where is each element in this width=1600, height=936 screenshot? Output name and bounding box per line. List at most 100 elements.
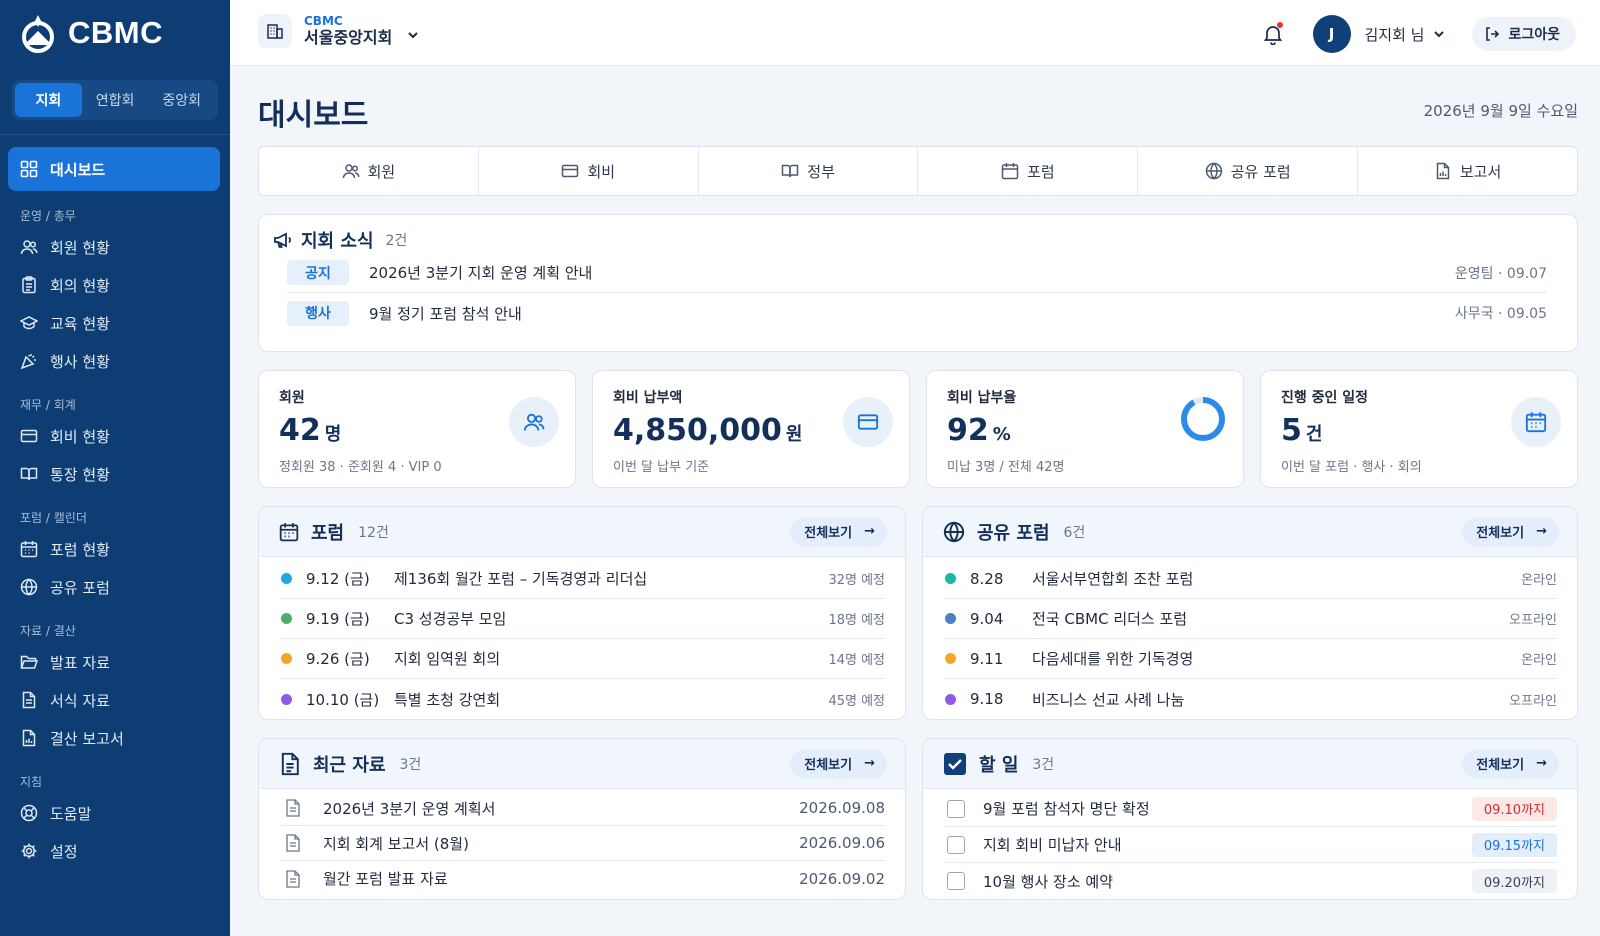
scope-tab-branch[interactable]: 지회: [15, 83, 82, 117]
doc-title[interactable]: 지회 회계 보고서 (8월): [323, 833, 799, 854]
sidebar-item-dues[interactable]: 회비 현황: [0, 417, 230, 455]
item-title[interactable]: 지회 임역원 회의: [394, 648, 828, 669]
todo-title[interactable]: 9월 포럼 참석자 명단 확정: [983, 798, 1472, 819]
logo[interactable]: CBMC: [0, 0, 230, 66]
view-all-button[interactable]: 전체보기 →: [1462, 748, 1559, 779]
sidebar-item-education[interactable]: 교육 현황: [0, 304, 230, 342]
book-open-icon: [782, 164, 799, 178]
list-item[interactable]: 월간 포럼 발표 자료 2026.09.02: [281, 861, 885, 896]
file-icon: [286, 869, 300, 888]
report-icon: [22, 729, 36, 747]
list-item[interactable]: 9.26 (금) 지회 임역원 회의 14명 예정: [281, 639, 885, 679]
user-menu[interactable]: J 김지회 님: [1312, 15, 1447, 53]
todo-title[interactable]: 지회 회비 미납자 안내: [983, 834, 1472, 855]
todo-item[interactable]: 지회 회비 미납자 안내 09.15까지: [945, 827, 1557, 863]
news-text[interactable]: 9월 정기 포럼 참석 안내: [369, 303, 1455, 324]
stat-card-dues-amount[interactable]: 회비 납부액 4,850,000 원 이번 달 납부 기준: [592, 370, 910, 488]
stat-unit: 건: [1305, 424, 1323, 445]
view-all-label: 전체보기: [1476, 758, 1525, 773]
view-all-button[interactable]: 전체보기 →: [1462, 516, 1559, 547]
news-item[interactable]: 행사 9월 정기 포럼 참석 안내 사무국 · 09.05: [287, 293, 1547, 333]
todo-checkbox[interactable]: [947, 835, 965, 854]
stat-sub: 정회원 38 · 준회원 4 · VIP 0: [279, 460, 442, 475]
progress-ring-arc: [1181, 397, 1225, 441]
list-item[interactable]: 8.28 서울서부연합회 조찬 포럼 온라인: [945, 559, 1557, 599]
progress-ring: [1181, 397, 1225, 441]
checkbox-checked-icon: [944, 752, 966, 775]
item-title[interactable]: 특별 초청 강연회: [394, 689, 828, 710]
doc-title[interactable]: 2026년 3분기 운영 계획서: [323, 798, 799, 819]
todo-checkbox[interactable]: [947, 799, 965, 818]
list-item[interactable]: 9.11 다음세대를 위한 기독경영 온라인: [945, 639, 1557, 679]
list-item[interactable]: 9.12 (금) 제136회 월간 포럼 – 기독경영과 리더십 32명 예정: [281, 559, 885, 599]
sidebar-item-shared-forums[interactable]: 공유 포럼: [0, 568, 230, 606]
arrow-right-icon: →: [1536, 524, 1547, 539]
news-item[interactable]: 공지 2026년 3분기 지회 운영 계획 안내 운영팀 · 09.07: [287, 253, 1547, 293]
item-meta: 14명 예정: [828, 653, 885, 668]
sidebar-item-label: 행사 현황: [50, 352, 110, 371]
nav-group-title: 포럼 / 캘린더: [20, 511, 87, 525]
sidebar-item-help[interactable]: 도움말: [0, 794, 230, 832]
item-title[interactable]: 서울서부연합회 조찬 포럼: [1032, 568, 1521, 589]
quick-tab-ledger[interactable]: 정부: [699, 147, 919, 195]
sidebar-item-dashboard[interactable]: 대시보드: [8, 147, 220, 191]
sidebar-item-settings[interactable]: 설정: [0, 832, 230, 870]
globe-icon: [20, 578, 38, 596]
list-item[interactable]: 2026년 3분기 운영 계획서 2026.09.08: [281, 791, 885, 826]
card-header: 포럼 12건 전체보기 →: [259, 507, 905, 557]
item-date: 9.04: [970, 609, 1004, 628]
item-title[interactable]: 다음세대를 위한 기독경영: [1032, 648, 1521, 669]
todo-item[interactable]: 10월 행사 장소 예약 09.20까지: [945, 863, 1557, 899]
sidebar-item-forms[interactable]: 서식 자료: [0, 681, 230, 719]
sidebar-item-bankbook[interactable]: 통장 현황: [0, 455, 230, 493]
stat-unit: 명: [324, 424, 342, 445]
quick-tab-dues[interactable]: 회비: [479, 147, 699, 195]
quick-tab-shared-forums[interactable]: 공유 포럼: [1138, 147, 1359, 195]
sidebar-item-settlement-reports[interactable]: 결산 보고서: [0, 719, 230, 757]
sidebar-item-events[interactable]: 행사 현황: [0, 342, 230, 380]
grid-icon: [20, 160, 38, 178]
card-icon: [562, 164, 579, 178]
page-title: 대시보드: [258, 98, 369, 133]
stat-card-members[interactable]: 회원 42 명 정회원 38 · 준회원 4 · VIP 0: [258, 370, 576, 488]
sidebar-item-members[interactable]: 회원 현황: [0, 228, 230, 266]
item-title[interactable]: 전국 CBMC 리더스 포럼: [1032, 608, 1509, 629]
scope-tab-federation[interactable]: 연합회: [82, 83, 149, 117]
sidebar-item-presentations[interactable]: 발표 자료: [0, 643, 230, 681]
sidebar-item-meetings[interactable]: 회의 현황: [0, 266, 230, 304]
logout-button[interactable]: 로그아웃: [1472, 17, 1576, 51]
stat-card-dues-rate[interactable]: 회비 납부율 92% 미납 3명 / 전체 42명: [926, 370, 1244, 488]
list-item[interactable]: 9.18 비즈니스 선교 사례 나눔 오프라인: [945, 679, 1557, 719]
scope-tab-central[interactable]: 중앙회: [148, 83, 215, 117]
shared-forum-list: 8.28 서울서부연합회 조찬 포럼 온라인 9.04 전국 CBMC 리더스 포럼 오…: [923, 557, 1577, 719]
item-date: 8.28: [970, 569, 1004, 588]
recent-docs-card: 최근 자료 3건 전체보기 → 2026년 3분기 운영 계획서 2026.09.0…: [258, 738, 906, 900]
list-item[interactable]: 9.19 (금) C3 성경공부 모임 18명 예정: [281, 599, 885, 639]
list-item[interactable]: 지회 회계 보고서 (8월) 2026.09.06: [281, 826, 885, 861]
quick-tab-members[interactable]: 회원: [259, 147, 479, 195]
todo-card: 할 일 3건 전체보기 → 9월 포럼 참석자 명단 확정 09.10까지 지회 회…: [922, 738, 1578, 900]
item-title[interactable]: 제136회 월간 포럼 – 기독경영과 리더십: [394, 568, 828, 589]
todo-item[interactable]: 9월 포럼 참석자 명단 확정 09.10까지: [945, 791, 1557, 827]
quick-tab-label: 회비: [587, 162, 616, 181]
todo-checkbox[interactable]: [947, 872, 965, 890]
notification-dot: [1276, 22, 1283, 28]
todo-title[interactable]: 10월 행사 장소 예약: [983, 871, 1472, 892]
item-title[interactable]: C3 성경공부 모임: [394, 608, 828, 629]
stat-card-schedule[interactable]: 진행 중인 일정 5건 이번 달 포럼 · 행사 · 회의: [1260, 370, 1578, 488]
quick-tab-reports[interactable]: 보고서: [1358, 147, 1577, 195]
stat-label: 회비 납부액: [613, 390, 683, 406]
org-selector[interactable]: CBMC 서울중앙지회: [258, 14, 420, 48]
sidebar-item-label: 서식 자료: [50, 691, 110, 710]
list-item[interactable]: 9.04 전국 CBMC 리더스 포럼 오프라인: [945, 599, 1557, 639]
view-all-button[interactable]: 전체보기 →: [790, 516, 887, 547]
list-item[interactable]: 10.10 (금) 특별 초청 강연회 45명 예정: [281, 679, 885, 719]
quick-tab-forums[interactable]: 포럼: [918, 147, 1139, 195]
news-text[interactable]: 2026년 3분기 지회 운영 계획 안내: [369, 262, 1455, 283]
sidebar-item-forums[interactable]: 포럼 현황: [0, 530, 230, 568]
notification-button[interactable]: [1255, 16, 1291, 52]
item-title[interactable]: 비즈니스 선교 사례 나눔: [1032, 689, 1509, 710]
doc-title[interactable]: 월간 포럼 발표 자료: [323, 868, 799, 889]
view-all-button[interactable]: 전체보기 →: [790, 748, 887, 779]
calendar-icon: [1001, 163, 1019, 180]
